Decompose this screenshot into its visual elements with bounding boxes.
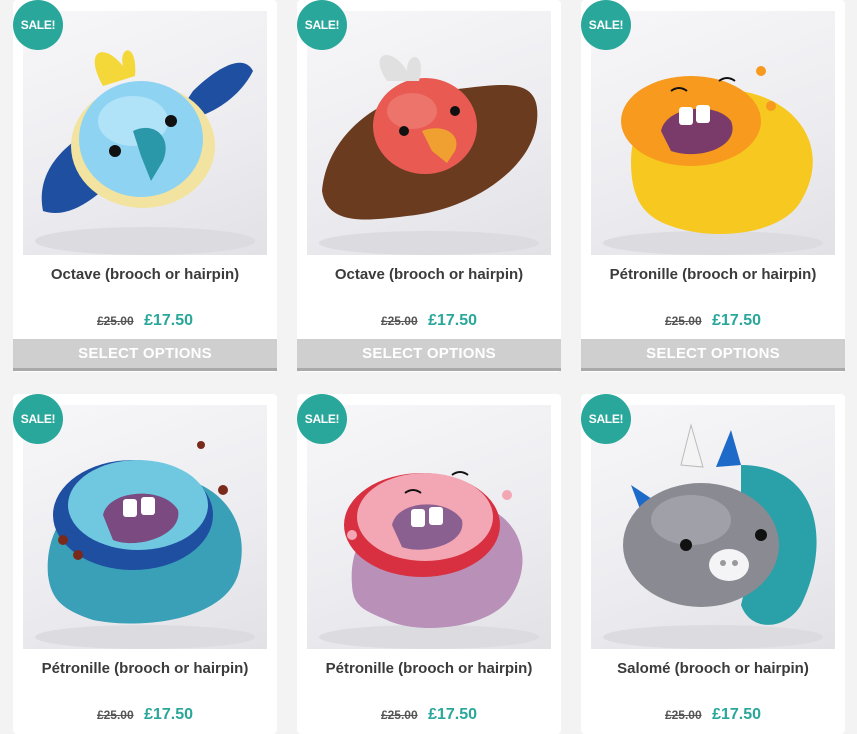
price-row: £25.00 £17.50 (13, 312, 277, 330)
product-title[interactable]: Salomé (brooch or hairpin) (581, 660, 845, 677)
unicorn-brooch-image (603, 423, 823, 649)
price-row: £25.00 £17.50 (297, 312, 561, 330)
sale-price: £17.50 (428, 706, 478, 723)
product-title[interactable]: Octave (brooch or hairpin) (297, 266, 561, 283)
sale-badge: SALE! (297, 0, 347, 50)
old-price: £25.00 (96, 708, 134, 722)
product-image[interactable] (307, 405, 551, 649)
product-image[interactable] (591, 405, 835, 649)
old-price: £25.00 (664, 708, 702, 722)
product-title[interactable]: Pétronille (brooch or hairpin) (13, 660, 277, 677)
price-row: £25.00 £17.50 (581, 312, 845, 330)
bird-brooch-image (35, 50, 255, 255)
sale-badge: SALE! (581, 394, 631, 444)
product-image[interactable] (23, 11, 267, 255)
sale-badge: SALE! (13, 394, 63, 444)
sale-badge: SALE! (581, 0, 631, 50)
sale-badge: SALE! (13, 0, 63, 50)
old-price: £25.00 (380, 314, 418, 328)
monster-brooch-image (35, 441, 255, 649)
sale-price: £17.50 (428, 312, 478, 329)
product-card: SALE! Octave (brooch or hairpin) £25.00 … (13, 0, 277, 372)
product-card: SALE! Salomé (brooch or hairpin) £25.00 … (581, 394, 845, 734)
monster-brooch-image (319, 471, 539, 649)
old-price: £25.00 (380, 708, 418, 722)
product-card: SALE! Pétronille (brooch or hairpin) £25… (297, 394, 561, 734)
sale-badge: SALE! (297, 394, 347, 444)
product-card: SALE! Octave (brooch or hairpin) £25.00 … (297, 0, 561, 372)
product-card: SALE! Pétronille (brooch or hairpin) £25… (581, 0, 845, 372)
product-title[interactable]: Octave (brooch or hairpin) (13, 266, 277, 283)
price-row: £25.00 £17.50 (581, 706, 845, 724)
product-image[interactable] (307, 11, 551, 255)
select-options-button[interactable]: SELECT OPTIONS (581, 339, 845, 371)
product-title[interactable]: Pétronille (brooch or hairpin) (297, 660, 561, 677)
product-card: SALE! Pétronille (brooch or hairpin) £25… (13, 394, 277, 734)
product-image[interactable] (591, 11, 835, 255)
old-price: £25.00 (96, 314, 134, 328)
price-row: £25.00 £17.50 (13, 706, 277, 724)
sale-price: £17.50 (712, 312, 762, 329)
bird-brooch-image (319, 54, 539, 255)
sale-price: £17.50 (144, 312, 194, 329)
product-image[interactable] (23, 405, 267, 649)
price-row: £25.00 £17.50 (297, 706, 561, 724)
select-options-button[interactable]: SELECT OPTIONS (13, 339, 277, 371)
product-title[interactable]: Pétronille (brooch or hairpin) (581, 266, 845, 283)
monster-brooch-image (603, 66, 823, 255)
old-price: £25.00 (664, 314, 702, 328)
sale-price: £17.50 (712, 706, 762, 723)
sale-price: £17.50 (144, 706, 194, 723)
select-options-button[interactable]: SELECT OPTIONS (297, 339, 561, 371)
